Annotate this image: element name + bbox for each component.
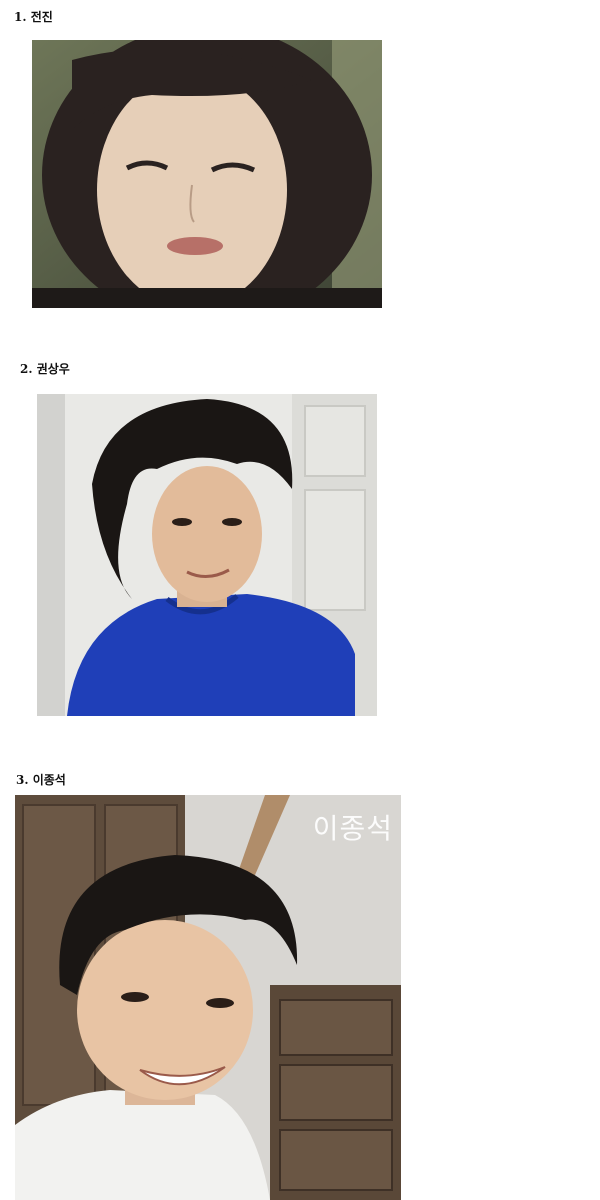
caption-2: 2. 권상우: [20, 362, 70, 376]
portrait-illustration-2: [37, 394, 377, 716]
caption-3: 3. 이종석: [16, 773, 66, 787]
portrait-photo-1: [32, 40, 382, 308]
watermark-text: 이종석: [312, 812, 393, 845]
portrait-photo-3: 이종석: [15, 795, 401, 1200]
caption-1: 1. 전진: [14, 10, 53, 24]
portrait-photo-2: [37, 394, 377, 716]
portrait-illustration-1: [32, 40, 382, 308]
portrait-illustration-3: [15, 795, 401, 1200]
